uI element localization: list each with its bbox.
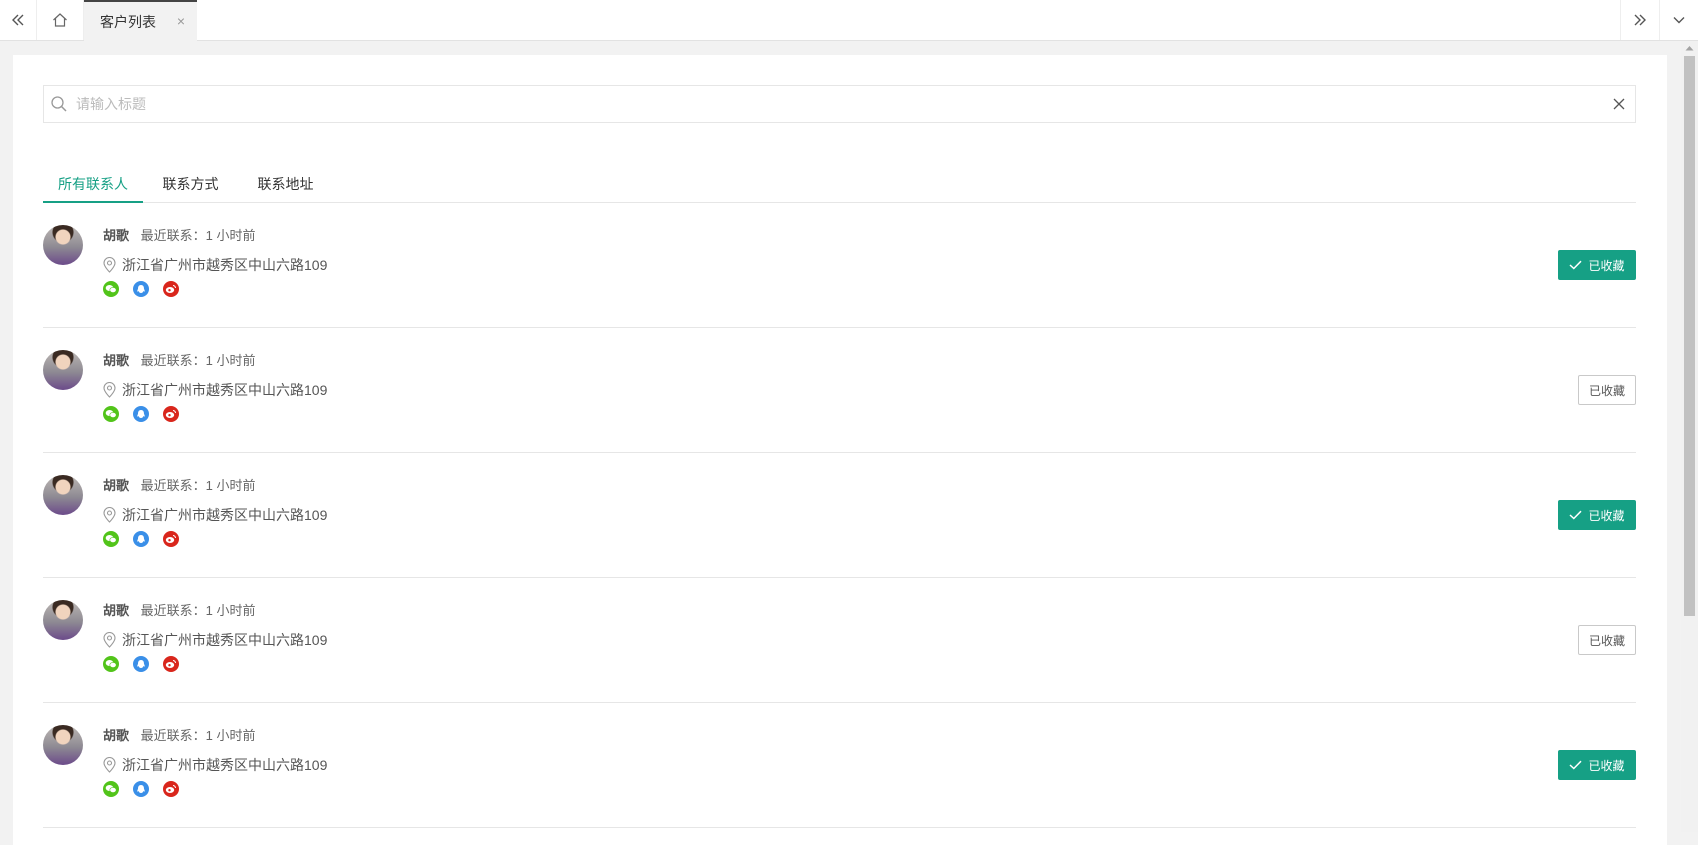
wechat-icon[interactable] bbox=[103, 656, 119, 672]
location-pin-icon bbox=[103, 382, 116, 398]
favorite-button-label: 已收藏 bbox=[1588, 758, 1625, 773]
favorite-button[interactable]: 已收藏 bbox=[1578, 625, 1636, 655]
scroll-tabs-left-button[interactable] bbox=[0, 0, 37, 40]
double-chevron-left-icon bbox=[12, 14, 24, 26]
contact-name: 胡歌 bbox=[103, 603, 130, 618]
social-links bbox=[103, 781, 179, 797]
home-icon bbox=[53, 13, 67, 27]
qq-icon[interactable] bbox=[133, 406, 149, 422]
social-links bbox=[103, 656, 179, 672]
avatar bbox=[43, 350, 83, 390]
contact-name: 胡歌 bbox=[103, 228, 130, 243]
contact-tabs: 所有联系人 联系方式 联系地址 bbox=[43, 165, 1636, 203]
weibo-icon[interactable] bbox=[163, 656, 179, 672]
last-contact-time: 最近联系：1 小时前 bbox=[140, 603, 256, 618]
social-links bbox=[103, 531, 179, 547]
wechat-icon[interactable] bbox=[103, 281, 119, 297]
tab-contact-address[interactable]: 联系地址 bbox=[238, 165, 333, 203]
contact-address: 浙江省广州市越秀区中山六路109 bbox=[103, 630, 327, 650]
list-item: 胡歌 最近联系：1 小时前 浙江省广州市越秀区中山六路109 已收藏 bbox=[43, 453, 1636, 578]
contact-address: 浙江省广州市越秀区中山六路109 bbox=[103, 380, 327, 400]
tab-contact-methods[interactable]: 联系方式 bbox=[143, 165, 238, 203]
wechat-icon[interactable] bbox=[103, 781, 119, 797]
last-contact-time: 最近联系：1 小时前 bbox=[140, 478, 256, 493]
qq-icon[interactable] bbox=[133, 281, 149, 297]
check-icon bbox=[1569, 760, 1583, 770]
avatar bbox=[43, 725, 83, 765]
favorite-button[interactable]: 已收藏 bbox=[1558, 500, 1636, 530]
favorite-button[interactable]: 已收藏 bbox=[1558, 750, 1636, 780]
tab-customer-list[interactable]: 客户列表 × bbox=[84, 0, 197, 41]
address-text: 浙江省广州市越秀区中山六路109 bbox=[122, 757, 328, 773]
contact-header: 胡歌 最近联系：1 小时前 bbox=[103, 725, 255, 744]
tab-close-icon[interactable]: × bbox=[177, 13, 185, 29]
search-bar bbox=[43, 85, 1636, 123]
address-text: 浙江省广州市越秀区中山六路109 bbox=[122, 257, 328, 273]
double-chevron-right-icon bbox=[1634, 14, 1646, 26]
close-icon[interactable] bbox=[1611, 96, 1627, 112]
wechat-icon[interactable] bbox=[103, 531, 119, 547]
weibo-icon[interactable] bbox=[163, 781, 179, 797]
last-contact-time: 最近联系：1 小时前 bbox=[140, 728, 256, 743]
list-item: 胡歌 最近联系：1 小时前 浙江省广州市越秀区中山六路109 已收藏 bbox=[43, 203, 1636, 328]
contact-header: 胡歌 最近联系：1 小时前 bbox=[103, 225, 255, 244]
contact-header: 胡歌 最近联系：1 小时前 bbox=[103, 475, 255, 494]
check-icon bbox=[1569, 260, 1583, 270]
list-item: 胡歌 最近联系：1 小时前 浙江省广州市越秀区中山六路109 已收藏 bbox=[43, 328, 1636, 453]
list-item: 胡歌 最近联系：1 小时前 浙江省广州市越秀区中山六路109 已收藏 bbox=[43, 578, 1636, 703]
avatar bbox=[43, 225, 83, 265]
content-card: 所有联系人 联系方式 联系地址 胡歌 最近联系：1 小时前 浙江省广州市越秀区中… bbox=[13, 55, 1667, 845]
address-text: 浙江省广州市越秀区中山六路109 bbox=[122, 632, 328, 648]
qq-icon[interactable] bbox=[133, 781, 149, 797]
contact-address: 浙江省广州市越秀区中山六路109 bbox=[103, 255, 327, 275]
scroll-tabs-right-button[interactable] bbox=[1620, 0, 1659, 40]
favorite-button[interactable]: 已收藏 bbox=[1578, 375, 1636, 405]
scrollbar[interactable] bbox=[1681, 41, 1698, 832]
check-icon bbox=[1569, 510, 1583, 520]
scrollbar-thumb[interactable] bbox=[1684, 56, 1695, 616]
search-icon bbox=[51, 96, 67, 112]
favorite-button-label: 已收藏 bbox=[1588, 508, 1625, 523]
last-contact-time: 最近联系：1 小时前 bbox=[140, 228, 256, 243]
tab-options-button[interactable] bbox=[1659, 0, 1698, 40]
qq-icon[interactable] bbox=[133, 656, 149, 672]
tab-customer-list-label: 客户列表 bbox=[100, 13, 156, 30]
avatar bbox=[43, 475, 83, 515]
contact-address: 浙江省广州市越秀区中山六路109 bbox=[103, 755, 327, 775]
avatar bbox=[43, 600, 83, 640]
location-pin-icon bbox=[103, 632, 116, 648]
social-links bbox=[103, 406, 179, 422]
favorite-button-label: 已收藏 bbox=[1588, 258, 1625, 273]
favorite-button-label: 已收藏 bbox=[1588, 383, 1625, 398]
address-text: 浙江省广州市越秀区中山六路109 bbox=[122, 507, 328, 523]
contact-name: 胡歌 bbox=[103, 353, 130, 368]
scroll-up-arrow-icon[interactable] bbox=[1681, 41, 1698, 54]
chevron-down-icon bbox=[1673, 17, 1685, 24]
search-input[interactable] bbox=[74, 86, 1594, 122]
weibo-icon[interactable] bbox=[163, 281, 179, 297]
contact-name: 胡歌 bbox=[103, 728, 130, 743]
qq-icon[interactable] bbox=[133, 531, 149, 547]
wechat-icon[interactable] bbox=[103, 406, 119, 422]
favorite-button-label: 已收藏 bbox=[1588, 633, 1625, 648]
contact-name: 胡歌 bbox=[103, 478, 130, 493]
tab-bar: 客户列表 × bbox=[0, 0, 1698, 41]
location-pin-icon bbox=[103, 257, 116, 273]
location-pin-icon bbox=[103, 507, 116, 523]
address-text: 浙江省广州市越秀区中山六路109 bbox=[122, 382, 328, 398]
favorite-button[interactable]: 已收藏 bbox=[1558, 250, 1636, 280]
last-contact-time: 最近联系：1 小时前 bbox=[140, 353, 256, 368]
contact-list: 胡歌 最近联系：1 小时前 浙江省广州市越秀区中山六路109 已收藏 胡歌 最近… bbox=[43, 203, 1636, 828]
contact-header: 胡歌 最近联系：1 小时前 bbox=[103, 600, 255, 619]
weibo-icon[interactable] bbox=[163, 531, 179, 547]
contact-address: 浙江省广州市越秀区中山六路109 bbox=[103, 505, 327, 525]
list-item: 胡歌 最近联系：1 小时前 浙江省广州市越秀区中山六路109 已收藏 bbox=[43, 703, 1636, 828]
home-tab-button[interactable] bbox=[37, 0, 84, 40]
location-pin-icon bbox=[103, 757, 116, 773]
social-links bbox=[103, 281, 179, 297]
contact-header: 胡歌 最近联系：1 小时前 bbox=[103, 350, 255, 369]
tab-all-contacts[interactable]: 所有联系人 bbox=[43, 165, 143, 203]
weibo-icon[interactable] bbox=[163, 406, 179, 422]
